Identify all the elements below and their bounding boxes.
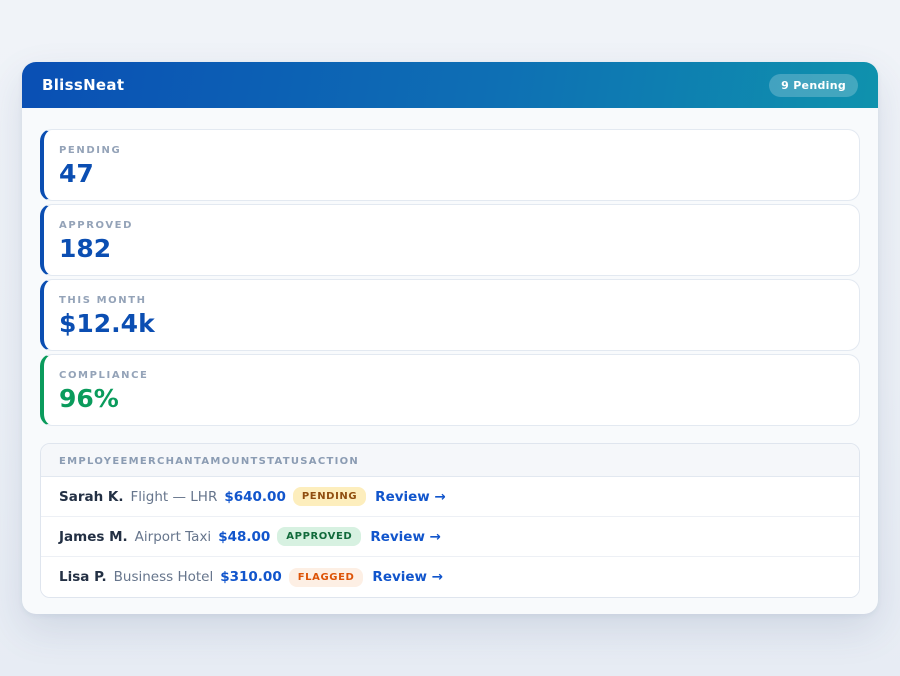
pending-count-badge: 9 Pending: [769, 74, 858, 97]
table-row: Lisa P. Business Hotel $310.00 FLAGGED R…: [41, 557, 859, 597]
merchant-name: Airport Taxi: [135, 529, 212, 545]
stat-value: 96%: [59, 385, 843, 413]
review-link[interactable]: Review →: [372, 569, 443, 585]
expense-dashboard-card: BlissNeat 9 Pending PENDING 47 APPROVED …: [22, 62, 878, 614]
dashboard-body: PENDING 47 APPROVED 182 THIS MONTH $12.4…: [22, 108, 878, 620]
status-badge: APPROVED: [277, 527, 361, 546]
app-title: BlissNeat: [42, 76, 124, 94]
table-row: James M. Airport Taxi $48.00 APPROVED Re…: [41, 517, 859, 557]
expense-amount: $310.00: [220, 569, 282, 585]
merchant-name: Flight — LHR: [131, 489, 218, 505]
stat-card-compliance: COMPLIANCE 96%: [40, 354, 860, 426]
app-header: BlissNeat 9 Pending: [22, 62, 878, 108]
column-header-employee: EMPLOYEE: [59, 456, 129, 467]
stat-label: PENDING: [59, 145, 843, 156]
stat-value: 182: [59, 235, 843, 263]
stat-label: APPROVED: [59, 220, 843, 231]
review-link[interactable]: Review →: [375, 489, 446, 505]
stat-value: 47: [59, 160, 843, 188]
status-badge: PENDING: [293, 487, 366, 506]
column-header-status: STATUS: [259, 456, 309, 467]
stat-card-pending: PENDING 47: [40, 129, 860, 201]
employee-name: Lisa P.: [59, 569, 107, 585]
merchant-name: Business Hotel: [114, 569, 214, 585]
status-badge: FLAGGED: [289, 568, 364, 587]
employee-name: James M.: [59, 529, 128, 545]
stat-card-approved: APPROVED 182: [40, 204, 860, 276]
employee-name: Sarah K.: [59, 489, 124, 505]
stat-value: $12.4k: [59, 310, 843, 338]
stat-label: COMPLIANCE: [59, 370, 843, 381]
table-header-row: EMPLOYEEMERCHANTAMOUNTSTATUSACTION: [41, 444, 859, 477]
column-header-action: ACTION: [309, 456, 359, 467]
expense-amount: $640.00: [224, 489, 286, 505]
column-header-merchant: MERCHANT: [129, 456, 202, 467]
column-header-amount: AMOUNT: [201, 456, 258, 467]
table-row: Sarah K. Flight — LHR $640.00 PENDING Re…: [41, 477, 859, 517]
stat-label: THIS MONTH: [59, 295, 843, 306]
stat-card-this-month: THIS MONTH $12.4k: [40, 279, 860, 351]
review-link[interactable]: Review →: [370, 529, 441, 545]
expense-amount: $48.00: [218, 529, 270, 545]
expense-table: EMPLOYEEMERCHANTAMOUNTSTATUSACTION Sarah…: [40, 443, 860, 598]
